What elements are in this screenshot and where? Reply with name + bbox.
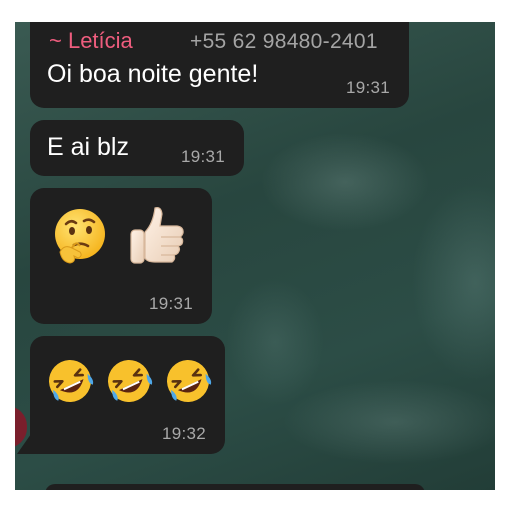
message-bubble[interactable]: 19:31 [30, 188, 212, 324]
message-timestamp: 19:31 [345, 78, 390, 97]
rofl-emoji-icon [108, 360, 153, 402]
message-timestamp: 19:31 [148, 294, 193, 313]
message-text: E ai blz [47, 133, 129, 161]
thumbs-up-emoji-icon [130, 207, 184, 264]
message-bubble[interactable]: 19:32 [30, 336, 225, 454]
message-bubble[interactable]: E ai blz 19:31 [30, 120, 244, 176]
message-timestamp: 19:31 [180, 147, 225, 166]
rofl-emoji-icon [49, 360, 94, 402]
thinking-face-emoji-icon [55, 209, 105, 264]
message-bubble-partial[interactable] [45, 484, 425, 490]
message-text: Oi boa noite gente! [47, 60, 259, 88]
message-timestamp: 19:32 [161, 424, 206, 443]
message-bubble[interactable]: ~ Letícia +55 62 98480-2401 Oi boa noite… [30, 22, 409, 108]
chat-background: ~ Letícia +55 62 98480-2401 Oi boa noite… [15, 22, 495, 490]
rofl-emoji-icon [167, 360, 212, 402]
sender-phone: +55 62 98480-2401 [190, 30, 378, 53]
sender-name[interactable]: ~ Letícia [49, 28, 133, 54]
